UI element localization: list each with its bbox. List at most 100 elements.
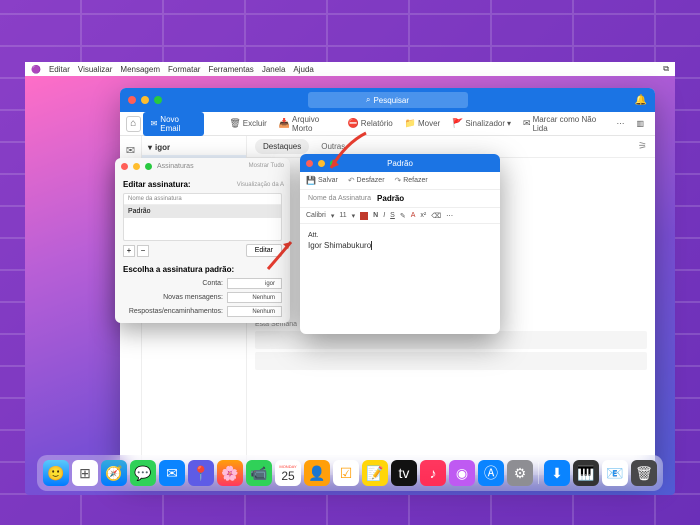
macos-menubar: 🟣 Editar Visualizar Mensagem Formatar Fe… [25,62,675,76]
newmsg-select[interactable]: Nenhum [227,292,282,303]
apple-menu[interactable]: 🟣 [31,65,41,74]
bold-button[interactable]: N [373,212,378,219]
notes-icon[interactable]: 📝 [362,460,388,486]
font-color-icon[interactable] [360,212,368,220]
home-button[interactable]: ⌂ [126,116,141,132]
font-select[interactable]: Calibri [306,212,326,219]
delete-button[interactable]: 🗑Excluir [224,116,271,131]
undo-button[interactable]: ↶Desfazer [348,176,385,185]
format-toolbar: Calibri▾ 11▾ N I S ✎ A x² ⌫ ⋯ [300,208,500,224]
editor-title: Padrão [387,159,413,168]
search-icon: ⌕ [366,95,370,105]
underline-button[interactable]: S [390,212,395,219]
outlook-dock-icon[interactable]: 📧 [602,460,628,486]
dock-app-icon[interactable]: ⬇ [544,460,570,486]
move-button[interactable]: 📁Mover [400,116,445,131]
menu-tools[interactable]: Ferramentas [208,65,253,74]
new-email-button[interactable]: ✉Novo Email [143,112,205,136]
mark-unread-button[interactable]: ✉Marcar como Não Lida [518,113,609,135]
report-button[interactable]: ⛔Relatório [343,116,398,131]
remove-signature-button[interactable]: − [137,245,149,257]
close-icon[interactable] [121,163,128,170]
zoom-icon[interactable] [330,160,337,167]
finder-icon[interactable]: 🙂 [43,460,69,486]
flag-button[interactable]: 🚩Sinalizador▾ [447,116,516,131]
tv-icon[interactable]: tv [391,460,417,486]
menu-message[interactable]: Mensagem [120,65,160,74]
undo-icon: ↶ [348,176,355,185]
reminders-icon[interactable]: ☑ [333,460,359,486]
clear-format-button[interactable]: ⌫ [431,212,441,220]
newmsg-label: Novas mensagens: [123,294,227,301]
report-icon: ⛔ [348,118,359,129]
highlight-icon[interactable]: ✎ [400,212,406,220]
mail-icon: ✉ [523,118,531,129]
facetime-icon[interactable]: 📹 [246,460,272,486]
size-select[interactable]: 11 [339,212,346,219]
music-icon[interactable]: ♪ [420,460,446,486]
save-button[interactable]: 💾Salvar [306,176,338,185]
search-placeholder: Pesquisar [373,96,409,105]
save-icon: 💾 [306,176,316,185]
text-color-button[interactable]: A [411,212,416,219]
mail-icon[interactable]: ✉ [159,460,185,486]
tab-other[interactable]: Outras [313,139,353,154]
desktop: ⌕ Pesquisar 🔔 ⌂ ✉Novo Email 🗑Excluir 📥Ar… [25,76,675,495]
zoom-icon[interactable] [154,96,162,104]
redo-icon: ↷ [395,176,402,185]
appstore-icon[interactable]: Ⓐ [478,460,504,486]
signature-row[interactable]: Padrão [124,205,281,218]
archive-icon: 📥 [279,118,290,129]
dock-app-icon[interactable]: 🎹 [573,460,599,486]
redo-button[interactable]: ↷Refazer [395,176,428,185]
account-label: Conta: [123,280,227,287]
outlook-toolbar: ⌂ ✉Novo Email 🗑Excluir 📥Arquivo Morto ⛔R… [120,112,655,136]
menu-view[interactable]: Visualizar [78,65,113,74]
calendar-icon[interactable]: MONDAY25 [275,460,301,486]
podcasts-icon[interactable]: ◉ [449,460,475,486]
minimize-icon[interactable] [133,163,140,170]
menu-format[interactable]: Formatar [168,65,200,74]
contacts-icon[interactable]: 👤 [304,460,330,486]
reply-label: Respostas/encaminhamentos: [123,308,227,315]
photos-icon[interactable]: 🌸 [217,460,243,486]
mail-icon[interactable]: ✉ [126,144,135,157]
signature-textarea[interactable]: Att. Igor Shimabukuro [300,224,500,334]
add-signature-button[interactable]: + [123,245,135,257]
filter-icon[interactable]: ⚞ [638,141,647,152]
show-all-link[interactable]: Mostrar Tudo [249,163,284,169]
edit-signature-button[interactable]: Editar [246,244,282,257]
tab-focused[interactable]: Destaques [255,139,309,154]
account-header[interactable]: ▾igor [142,140,246,155]
superscript-button[interactable]: x² [420,212,426,219]
maps-icon[interactable]: 📍 [188,460,214,486]
reply-select[interactable]: Nenhum [227,306,282,317]
notifications-icon[interactable]: 🔔 [635,95,647,106]
messages-icon[interactable]: 💬 [130,460,156,486]
modal-title: Assinaturas [157,163,244,170]
layout-button[interactable]: ▥ [631,117,649,130]
search-input[interactable]: ⌕ Pesquisar [308,92,468,108]
archive-button[interactable]: 📥Arquivo Morto [274,113,341,135]
window-controls [128,96,162,104]
minimize-icon[interactable] [318,160,325,167]
zoom-icon[interactable] [145,163,152,170]
close-icon[interactable] [306,160,313,167]
trash-icon[interactable]: 🗑 [631,460,657,486]
menu-edit[interactable]: Editar [49,65,70,74]
menu-help[interactable]: Ajuda [293,65,313,74]
safari-icon[interactable]: 🧭 [101,460,127,486]
settings-icon[interactable]: ⚙ [507,460,533,486]
list-item[interactable] [255,352,647,370]
more-format-button[interactable]: ⋯ [446,212,453,220]
menu-window[interactable]: Janela [262,65,286,74]
close-icon[interactable] [128,96,136,104]
signame-value[interactable]: Padrão [377,194,404,203]
account-select[interactable]: igor [227,278,282,289]
more-button[interactable]: ⋯ [611,117,629,130]
folder-icon: 📁 [405,118,416,129]
menubar-extras-icon[interactable]: ⧉ [663,64,669,74]
italic-button[interactable]: I [383,212,385,219]
minimize-icon[interactable] [141,96,149,104]
launchpad-icon[interactable]: ⊞ [72,460,98,486]
